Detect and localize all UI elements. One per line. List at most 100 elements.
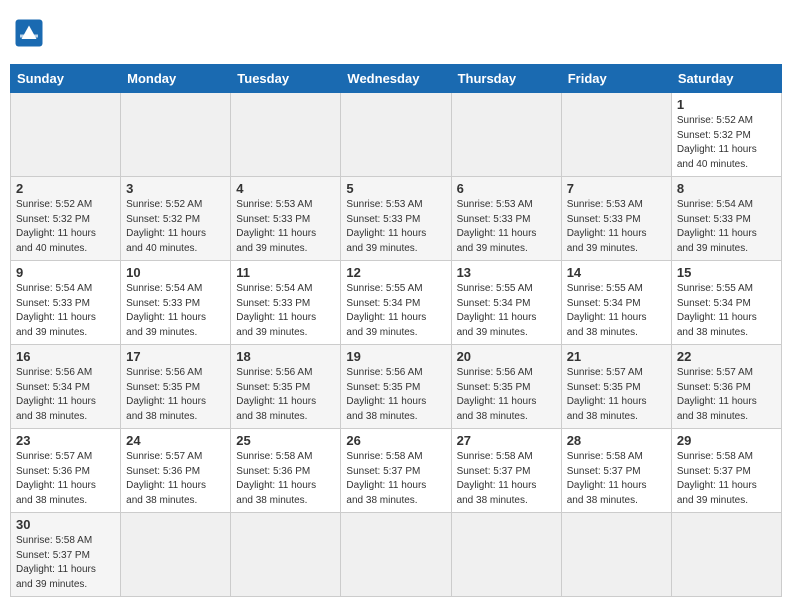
day-number: 16 [16,349,115,364]
calendar-cell: 23 Sunrise: 5:57 AMSunset: 5:36 PMDayligh… [11,429,121,513]
calendar-cell: 10 Sunrise: 5:54 AMSunset: 5:33 PMDayligh… [121,261,231,345]
calendar-cell [671,513,781,597]
day-info: Sunrise: 5:56 AMSunset: 5:35 PMDaylight:… [236,366,335,424]
day-info: Sunrise: 5:57 AMSunset: 5:36 PMDaylight:… [16,450,115,508]
day-number: 3 [126,181,225,196]
day-info: Sunrise: 5:58 AMSunset: 5:36 PMDaylight:… [236,450,335,508]
calendar-cell: 25 Sunrise: 5:58 AMSunset: 5:36 PMDayligh… [231,429,341,513]
day-info: Sunrise: 5:52 AMSunset: 5:32 PMDaylight:… [16,198,115,256]
calendar-cell [561,93,671,177]
day-info: Sunrise: 5:52 AMSunset: 5:32 PMDaylight:… [677,114,776,172]
day-number: 27 [457,433,556,448]
day-header-saturday: Saturday [671,65,781,93]
day-number: 10 [126,265,225,280]
day-number: 12 [346,265,445,280]
calendar-cell: 14 Sunrise: 5:55 AMSunset: 5:34 PMDayligh… [561,261,671,345]
day-info: Sunrise: 5:53 AMSunset: 5:33 PMDaylight:… [236,198,335,256]
day-header-friday: Friday [561,65,671,93]
calendar-cell: 24 Sunrise: 5:57 AMSunset: 5:36 PMDayligh… [121,429,231,513]
day-info: Sunrise: 5:57 AMSunset: 5:35 PMDaylight:… [567,366,666,424]
day-info: Sunrise: 5:57 AMSunset: 5:36 PMDaylight:… [126,450,225,508]
calendar-cell [121,93,231,177]
calendar-cell: 16 Sunrise: 5:56 AMSunset: 5:34 PMDayligh… [11,345,121,429]
calendar-table: SundayMondayTuesdayWednesdayThursdayFrid… [10,64,782,597]
day-info: Sunrise: 5:58 AMSunset: 5:37 PMDaylight:… [567,450,666,508]
day-header-thursday: Thursday [451,65,561,93]
calendar-cell: 21Sunrise: 5:57 AMSunset: 5:35 PMDayligh… [561,345,671,429]
calendar-cell: 9 Sunrise: 5:54 AMSunset: 5:33 PMDaylight… [11,261,121,345]
day-info: Sunrise: 5:58 AMSunset: 5:37 PMDaylight:… [457,450,556,508]
day-number: 20 [457,349,556,364]
calendar-cell: 5 Sunrise: 5:53 AMSunset: 5:33 PMDaylight… [341,177,451,261]
day-number: 28 [567,433,666,448]
day-number: 26 [346,433,445,448]
day-info: Sunrise: 5:55 AMSunset: 5:34 PMDaylight:… [677,282,776,340]
day-number: 2 [16,181,115,196]
day-info: Sunrise: 5:55 AMSunset: 5:34 PMDaylight:… [457,282,556,340]
day-header-wednesday: Wednesday [341,65,451,93]
calendar-cell [231,513,341,597]
day-info: Sunrise: 5:52 AMSunset: 5:32 PMDaylight:… [126,198,225,256]
calendar-cell: 7 Sunrise: 5:53 AMSunset: 5:33 PMDaylight… [561,177,671,261]
day-number: 13 [457,265,556,280]
calendar-cell: 1 Sunrise: 5:52 AMSunset: 5:32 PMDaylight… [671,93,781,177]
day-info: Sunrise: 5:54 AMSunset: 5:33 PMDaylight:… [677,198,776,256]
day-header-tuesday: Tuesday [231,65,341,93]
calendar-cell: 15 Sunrise: 5:55 AMSunset: 5:34 PMDayligh… [671,261,781,345]
day-info: Sunrise: 5:55 AMSunset: 5:34 PMDaylight:… [567,282,666,340]
day-info: Sunrise: 5:56 AMSunset: 5:35 PMDaylight:… [126,366,225,424]
day-number: 17 [126,349,225,364]
day-number: 5 [346,181,445,196]
day-number: 19 [346,349,445,364]
day-info: Sunrise: 5:58 AMSunset: 5:37 PMDaylight:… [677,450,776,508]
day-info: Sunrise: 5:54 AMSunset: 5:33 PMDaylight:… [16,282,115,340]
day-info: Sunrise: 5:53 AMSunset: 5:33 PMDaylight:… [567,198,666,256]
day-number: 18 [236,349,335,364]
calendar-cell: 11 Sunrise: 5:54 AMSunset: 5:33 PMDayligh… [231,261,341,345]
day-number: 25 [236,433,335,448]
day-info: Sunrise: 5:53 AMSunset: 5:33 PMDaylight:… [457,198,556,256]
day-number: 8 [677,181,776,196]
day-header-monday: Monday [121,65,231,93]
day-number: 14 [567,265,666,280]
day-info: Sunrise: 5:58 AMSunset: 5:37 PMDaylight:… [346,450,445,508]
calendar-cell: 8 Sunrise: 5:54 AMSunset: 5:33 PMDaylight… [671,177,781,261]
calendar-cell: 18 Sunrise: 5:56 AMSunset: 5:35 PMDayligh… [231,345,341,429]
day-info: Sunrise: 5:57 AMSunset: 5:36 PMDaylight:… [677,366,776,424]
day-number: 9 [16,265,115,280]
calendar-cell: 20 Sunrise: 5:56 AMSunset: 5:35 PMDayligh… [451,345,561,429]
day-number: 15 [677,265,776,280]
day-number: 29 [677,433,776,448]
day-number: 6 [457,181,556,196]
day-header-sunday: Sunday [11,65,121,93]
day-number: 11 [236,265,335,280]
day-info: Sunrise: 5:55 AMSunset: 5:34 PMDaylight:… [346,282,445,340]
day-info: Sunrise: 5:56 AMSunset: 5:35 PMDaylight:… [346,366,445,424]
day-number: 7 [567,181,666,196]
calendar-cell: 4 Sunrise: 5:53 AMSunset: 5:33 PMDaylight… [231,177,341,261]
calendar-cell [341,93,451,177]
calendar-cell: 3 Sunrise: 5:52 AMSunset: 5:32 PMDaylight… [121,177,231,261]
day-number: 24 [126,433,225,448]
page-header [10,10,782,56]
day-info: Sunrise: 5:54 AMSunset: 5:33 PMDaylight:… [236,282,335,340]
day-info: Sunrise: 5:56 AMSunset: 5:35 PMDaylight:… [457,366,556,424]
day-info: Sunrise: 5:54 AMSunset: 5:33 PMDaylight:… [126,282,225,340]
calendar-cell: 19 Sunrise: 5:56 AMSunset: 5:35 PMDayligh… [341,345,451,429]
calendar-cell [341,513,451,597]
calendar-cell: 12 Sunrise: 5:55 AMSunset: 5:34 PMDayligh… [341,261,451,345]
logo-icon [14,18,44,48]
calendar-cell [561,513,671,597]
calendar-cell: 17 Sunrise: 5:56 AMSunset: 5:35 PMDayligh… [121,345,231,429]
calendar-cell: 22Sunrise: 5:57 AMSunset: 5:36 PMDayligh… [671,345,781,429]
day-info: Sunrise: 5:53 AMSunset: 5:33 PMDaylight:… [346,198,445,256]
day-number: 23 [16,433,115,448]
calendar-cell: 2 Sunrise: 5:52 AMSunset: 5:32 PMDaylight… [11,177,121,261]
day-number: 1 [677,97,776,112]
day-number: 4 [236,181,335,196]
day-info: Sunrise: 5:58 AMSunset: 5:37 PMDaylight:… [16,534,115,592]
day-number: 30 [16,517,115,532]
day-info: Sunrise: 5:56 AMSunset: 5:34 PMDaylight:… [16,366,115,424]
calendar-cell [11,93,121,177]
calendar-cell [451,513,561,597]
